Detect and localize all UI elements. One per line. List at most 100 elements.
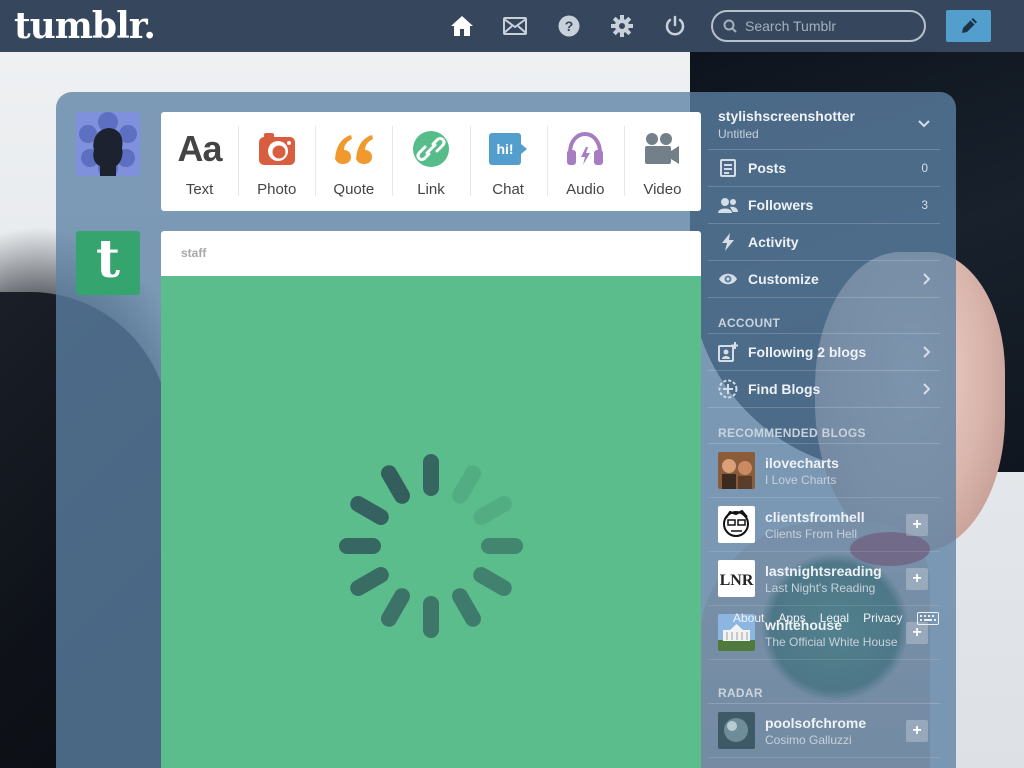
- top-navigation: tumblr. ?: [0, 0, 1024, 52]
- blog-description: Clients From Hell: [765, 526, 858, 541]
- chevron-right-icon: [923, 346, 930, 358]
- video-camera-icon: [643, 129, 681, 169]
- compose-button[interactable]: [946, 10, 991, 42]
- sidebar-item-label: Find Blogs: [748, 381, 821, 397]
- footer-link-privacy[interactable]: Privacy: [863, 611, 902, 625]
- post-type-label: Video: [643, 181, 682, 198]
- post-type-quote[interactable]: Quote: [315, 112, 392, 211]
- footer-link-about[interactable]: About: [733, 611, 764, 625]
- blog-description: Cosimo Galluzzi: [765, 732, 852, 747]
- sidebar-item-customize[interactable]: Customize: [708, 261, 940, 298]
- post-type-link[interactable]: Link: [392, 112, 469, 211]
- blog-description: Last Night's Reading: [765, 580, 876, 595]
- svg-text:LNR: LNR: [720, 572, 754, 589]
- footer-link-apps[interactable]: Apps: [778, 611, 805, 625]
- spinner-spoke: [381, 588, 410, 627]
- keyboard-shortcuts-icon[interactable]: [917, 612, 939, 625]
- post-type-audio[interactable]: Audio: [546, 112, 624, 211]
- post-type-photo[interactable]: Photo: [238, 112, 315, 211]
- spinner-spoke: [339, 538, 381, 554]
- sidebar: stylishscreenshotter Untitled Posts 0 Fo…: [708, 100, 940, 758]
- post-type-bar: Aa Text Photo Quote Link hi! Chat Audio: [161, 112, 701, 211]
- headphones-icon: [565, 129, 605, 169]
- blog-switcher[interactable]: stylishscreenshotter Untitled: [708, 100, 940, 150]
- chevron-right-icon: [923, 383, 930, 395]
- footer-link-legal[interactable]: Legal: [820, 611, 849, 625]
- follow-button[interactable]: +: [906, 568, 928, 590]
- blog-name: stylishscreenshotter: [718, 108, 855, 124]
- blog-title: Untitled: [718, 127, 759, 141]
- sidebar-item-label: Activity: [748, 234, 799, 250]
- follow-button[interactable]: +: [906, 514, 928, 536]
- search-icon: [723, 19, 737, 33]
- spinner-spoke: [423, 596, 439, 638]
- sidebar-item-followers[interactable]: Followers 3: [708, 187, 940, 224]
- follow-button[interactable]: +: [906, 720, 928, 742]
- post-header: staff: [161, 231, 701, 276]
- posts-count: 0: [921, 161, 928, 175]
- post-type-label: Quote: [333, 181, 375, 198]
- chevron-right-icon: [923, 273, 930, 285]
- link-icon: [412, 129, 450, 169]
- footer-links: About Apps Legal Privacy: [733, 611, 916, 625]
- spinner-spoke: [473, 496, 512, 525]
- radar-blog-poolsofchrome[interactable]: poolsofchrome Cosimo Galluzzi +: [708, 704, 940, 758]
- staff-post: staff: [161, 231, 701, 768]
- post-type-text[interactable]: Aa Text: [161, 112, 238, 211]
- find-blogs-icon: [718, 379, 738, 399]
- post-type-chat[interactable]: hi! Chat: [469, 112, 547, 211]
- spinner-spoke: [452, 465, 481, 504]
- spinner-spoke: [481, 538, 523, 554]
- staff-avatar-letter: t: [95, 231, 121, 290]
- following-icon: [718, 342, 738, 362]
- home-icon[interactable]: [450, 14, 474, 38]
- gear-icon[interactable]: [610, 14, 634, 38]
- power-icon[interactable]: [663, 14, 687, 38]
- pencil-icon: [961, 18, 977, 33]
- blog-avatar: [718, 506, 755, 543]
- sidebar-item-find-blogs[interactable]: Find Blogs: [708, 371, 940, 408]
- post-type-label: Photo: [257, 181, 297, 198]
- post-author[interactable]: staff: [181, 246, 206, 260]
- staff-avatar[interactable]: t: [76, 231, 140, 295]
- followers-icon: [718, 195, 738, 215]
- sidebar-item-posts[interactable]: Posts 0: [708, 150, 940, 187]
- tumblr-logo[interactable]: tumblr.: [14, 5, 156, 47]
- spinner-spoke: [381, 465, 410, 504]
- recommended-section-title: RECOMMENDED BLOGS: [708, 408, 940, 444]
- blog-name: poolsofchrome: [765, 714, 867, 731]
- spinner-spoke: [423, 454, 439, 496]
- account-section-title: ACCOUNT: [708, 298, 940, 334]
- sidebar-item-label: Following 2 blogs: [748, 344, 867, 360]
- posts-icon: [718, 158, 738, 178]
- spinner-spoke: [473, 567, 512, 596]
- chat-icon: hi!: [488, 129, 528, 169]
- quote-icon: [333, 129, 375, 169]
- spinner-spoke: [350, 567, 389, 596]
- loading-spinner: [339, 454, 523, 638]
- blog-avatar: LNR: [718, 560, 755, 597]
- post-type-label: Text: [185, 181, 214, 198]
- sidebar-item-label: Posts: [748, 160, 787, 176]
- recommended-blog-lastnightsreading[interactable]: LNR lastnightsreading Last Night's Readi…: [708, 552, 940, 606]
- activity-icon: [718, 232, 738, 252]
- search-input[interactable]: [745, 18, 915, 34]
- chevron-down-icon: [918, 120, 930, 128]
- follow-button[interactable]: +: [906, 622, 928, 644]
- blog-avatar: [718, 712, 755, 749]
- spinner-spoke: [452, 588, 481, 627]
- sidebar-item-label: Customize: [748, 271, 819, 287]
- blog-name: lastnightsreading: [765, 562, 882, 579]
- blog-avatar: [718, 452, 755, 489]
- search-box[interactable]: [711, 10, 926, 42]
- sidebar-item-following[interactable]: Following 2 blogs: [708, 334, 940, 371]
- post-type-video[interactable]: Video: [623, 112, 701, 211]
- radar-section-title: RADAR: [708, 660, 940, 704]
- user-avatar[interactable]: [76, 112, 140, 176]
- sidebar-item-activity[interactable]: Activity: [708, 224, 940, 261]
- svg-text:?: ?: [565, 18, 574, 34]
- help-icon[interactable]: ?: [557, 14, 581, 38]
- recommended-blog-clientsfromhell[interactable]: clientsfromhell Clients From Hell +: [708, 498, 940, 552]
- recommended-blog-ilovecharts[interactable]: ilovecharts I Love Charts: [708, 444, 940, 498]
- mail-icon[interactable]: [503, 14, 527, 38]
